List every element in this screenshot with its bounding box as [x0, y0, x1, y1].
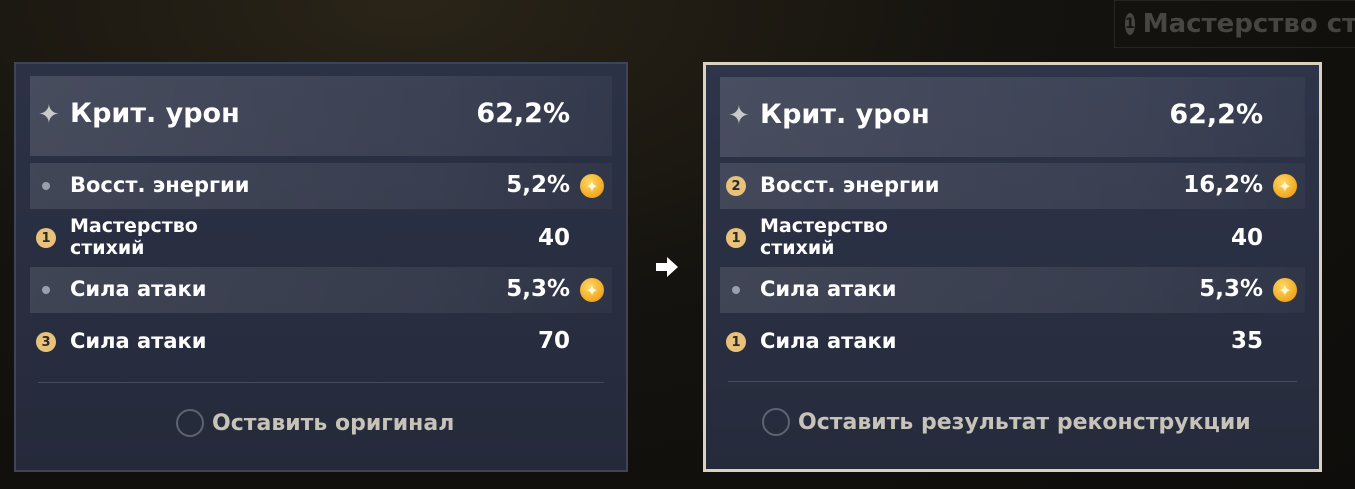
- substat-label: Мастерство стихий: [70, 215, 198, 259]
- roll-count-badge: 2: [726, 176, 746, 196]
- original-artifact-card[interactable]: ✦ Крит. урон 62,2% Восст. энергии 5,2% ✦…: [14, 62, 628, 472]
- substat-row: 3 Сила атаки 70: [30, 319, 612, 365]
- divider: [728, 381, 1297, 382]
- substat-value: 5,3%: [1199, 276, 1263, 302]
- background-stat-hint: 1 Мастерство сти: [1114, 0, 1355, 48]
- substat-row: 1 Мастерство стихий 40: [30, 212, 612, 264]
- substat-label: Сила атаки: [760, 329, 897, 353]
- boost-star-icon: ✦: [580, 278, 604, 302]
- substat-value: 70: [537, 328, 570, 354]
- radio-button-icon[interactable]: [762, 408, 790, 436]
- substat-row: 2 Восст. энергии 16,2% ✦: [720, 163, 1305, 209]
- main-stat-row: ✦ Крит. урон 62,2%: [720, 77, 1305, 157]
- four-point-star-icon: ✦: [38, 100, 60, 130]
- roll-count-badge: 3: [36, 332, 56, 352]
- substat-label: Мастерство стихий: [760, 215, 888, 259]
- substat-value: 16,2%: [1183, 172, 1263, 198]
- main-stat-label: Крит. урон: [70, 98, 240, 129]
- substat-label: Сила атаки: [760, 277, 897, 301]
- substat-row: 1 Сила атаки 35: [720, 319, 1305, 365]
- background-hint-label: Мастерство сти: [1142, 9, 1355, 39]
- substat-row: Сила атаки 5,3% ✦: [30, 267, 612, 313]
- bullet-icon: [732, 286, 740, 294]
- substat-label: Сила атаки: [70, 329, 207, 353]
- radio-button-icon[interactable]: [176, 409, 204, 437]
- substat-row: Сила атаки 5,3% ✦: [720, 267, 1305, 313]
- substat-label: Восст. энергии: [760, 173, 940, 197]
- number-badge-icon: 1: [1125, 13, 1135, 35]
- bullet-icon: [42, 182, 50, 190]
- roll-count-badge: 1: [36, 228, 56, 248]
- four-point-star-icon: ✦: [728, 101, 750, 131]
- substat-value: 5,3%: [506, 276, 570, 302]
- keep-reconstruction-option[interactable]: Оставить результат реконструкции: [762, 405, 1251, 439]
- substat-value: 40: [1230, 225, 1263, 251]
- substat-value: 40: [537, 225, 570, 251]
- reconstructed-artifact-card[interactable]: ✦ Крит. урон 62,2% 2 Восст. энергии 16,2…: [703, 62, 1322, 472]
- roll-count-badge: 1: [726, 332, 746, 352]
- substat-row: Восст. энергии 5,2% ✦: [30, 163, 612, 209]
- option-label: Оставить результат реконструкции: [798, 409, 1251, 435]
- substat-label: Восст. энергии: [70, 173, 250, 197]
- boost-star-icon: ✦: [580, 174, 604, 198]
- boost-star-icon: ✦: [1273, 174, 1297, 198]
- divider: [38, 382, 604, 383]
- substat-value: 5,2%: [506, 172, 570, 198]
- keep-original-option[interactable]: Оставить оригинал: [176, 406, 454, 440]
- main-stat-label: Крит. урон: [760, 99, 930, 130]
- substat-row: 1 Мастерство стихий 40: [720, 212, 1305, 264]
- bullet-icon: [42, 286, 50, 294]
- main-stat-value: 62,2%: [1169, 99, 1263, 130]
- substat-label: Сила атаки: [70, 277, 207, 301]
- main-stat-value: 62,2%: [476, 98, 570, 129]
- boost-star-icon: ✦: [1273, 278, 1297, 302]
- roll-count-badge: 1: [726, 228, 746, 248]
- option-label: Оставить оригинал: [212, 410, 455, 436]
- main-stat-row: ✦ Крит. урон 62,2%: [30, 76, 612, 156]
- arrow-right-icon: [656, 257, 678, 277]
- substat-value: 35: [1230, 328, 1263, 354]
